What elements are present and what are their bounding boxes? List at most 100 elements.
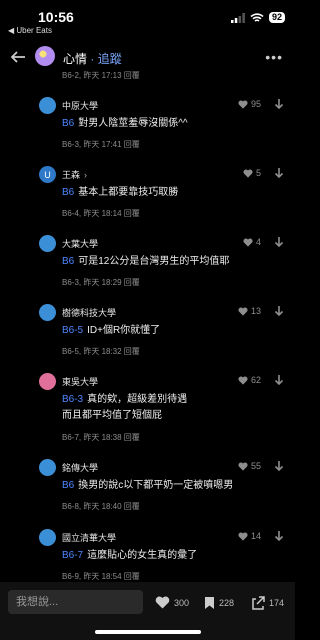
reply-input[interactable]: [8, 590, 143, 614]
bookmark-count: 228: [219, 598, 235, 608]
avatar[interactable]: [39, 235, 56, 252]
follow-separator: ·: [87, 52, 98, 66]
heart-icon: [238, 306, 248, 316]
arrow-down-icon[interactable]: [273, 460, 285, 472]
comment-meta: B6-8, 昨天 18:40 回覆: [62, 502, 140, 511]
comment-item: 東吳大學 62 B6-3 真的欸，超級差別待遇而且都平均值了短個屁 B6-7, 昨…: [0, 373, 295, 442]
comment-text: 對男人陰莖羞辱沒關係^^: [78, 118, 188, 129]
comment-item: 銘傳大學 55 B6 換男的說c以下都平奶一定被噴嗯男 B6-8, 昨天 18:4…: [0, 459, 295, 525]
avatar[interactable]: [39, 373, 56, 390]
arrow-down-icon[interactable]: [273, 98, 285, 110]
home-indicator: [95, 630, 201, 634]
comment-meta: B6-4, 昨天 18:14 回覆: [62, 209, 140, 218]
like-count: 62: [250, 375, 261, 385]
floor-tag[interactable]: B6: [62, 480, 74, 491]
comment-meta: B6-5, 昨天 18:32 回覆: [62, 347, 140, 356]
floor-tag[interactable]: B6-3: [62, 394, 83, 405]
board-name[interactable]: 心情: [63, 52, 87, 66]
floor-tag[interactable]: B6-5: [62, 325, 83, 336]
like-control[interactable]: 14: [238, 531, 261, 541]
like-count: 300: [174, 597, 190, 608]
like-count: 14: [250, 531, 261, 541]
comment-author[interactable]: 王森 ›: [62, 168, 87, 181]
floor-tag[interactable]: B6-7: [62, 550, 83, 561]
comment-body: B6 基本上都要靠技巧取勝: [62, 185, 178, 201]
avatar[interactable]: [39, 459, 56, 476]
comment-author[interactable]: 銘傳大學: [62, 461, 98, 474]
like-stat[interactable]: 300: [155, 596, 189, 609]
heart-icon: [243, 168, 253, 178]
comment-item: 樹德科技大學 13 B6-5 ID+個R你就懂了 B6-5, 昨天 18:32 回…: [0, 304, 295, 370]
comment-author[interactable]: 樹德科技大學: [62, 306, 116, 319]
arrow-down-icon[interactable]: [273, 530, 285, 542]
like-count: 4: [255, 237, 261, 247]
like-control[interactable]: 95: [238, 99, 261, 109]
like-control[interactable]: 62: [238, 375, 261, 385]
arrow-down-icon[interactable]: [273, 236, 285, 248]
floor-tag[interactable]: B6: [62, 187, 74, 198]
share-icon: [252, 596, 265, 610]
floor-tag[interactable]: B6: [62, 256, 74, 267]
comment-text: 真的欸，超級差別待遇: [87, 394, 188, 405]
avatar[interactable]: [39, 97, 56, 114]
avatar-letter: U: [44, 169, 51, 180]
comment-text: 基本上都要靠技巧取勝: [78, 187, 179, 198]
like-count: 5: [255, 168, 261, 178]
comment-meta: B6-3, 昨天 17:41 回覆: [62, 140, 140, 149]
arrow-down-icon[interactable]: [273, 374, 285, 386]
comment-text: 這麼貼心的女生真的彙了: [87, 550, 198, 561]
comment-text-line2: 而且都平均值了短個屁: [62, 410, 162, 421]
comment-item: 中原大學 95 B6 對男人陰莖羞辱沒關係^^ B6-3, 昨天 17:41 回覆: [0, 97, 295, 163]
share-stat[interactable]: 174: [251, 596, 284, 610]
heart-icon: [238, 531, 248, 541]
status-time: 10:56: [38, 9, 74, 25]
arrow-down-icon[interactable]: [273, 167, 285, 179]
heart-icon: [155, 596, 170, 609]
comment-author[interactable]: 大葉大學: [62, 237, 98, 250]
follow-button[interactable]: 追蹤: [98, 52, 122, 66]
avatar[interactable]: [39, 529, 56, 546]
comment-body: B6 可是12公分是台灣男生的平均值耶: [62, 254, 229, 270]
like-control[interactable]: 5: [243, 168, 261, 178]
more-options-icon[interactable]: •••: [265, 49, 283, 65]
battery-indicator: 92: [268, 12, 285, 23]
comment-body: B6-7 這麼貼心的女生真的彙了: [62, 548, 197, 564]
bookmark-stat[interactable]: 228: [204, 596, 234, 610]
comment-meta: B6-7, 昨天 18:38 回覆: [62, 433, 140, 442]
status-icons: 92: [230, 12, 285, 23]
cut-comment-meta: B6-2, 昨天 17:13 回覆: [62, 71, 140, 80]
comment-meta: B6-9, 昨天 18:54 回覆: [62, 572, 140, 581]
comment-body: B6 對男人陰莖羞辱沒關係^^: [62, 116, 188, 132]
chevron-right-icon: ›: [84, 170, 88, 180]
board-avatar[interactable]: [35, 46, 55, 66]
heart-icon: [238, 99, 248, 109]
wifi-icon: [250, 12, 264, 22]
like-control[interactable]: 4: [243, 237, 261, 247]
avatar[interactable]: [39, 304, 56, 321]
board-title: 心情 · 追蹤: [63, 50, 122, 67]
heart-icon: [238, 461, 248, 471]
comment-author[interactable]: 國立清華大學: [62, 531, 116, 544]
comment-text: 可是12公分是台灣男生的平均值耶: [78, 256, 230, 267]
comment-text: 換男的說c以下都平奶一定被噴嗯男: [78, 480, 234, 491]
floor-tag[interactable]: B6: [62, 118, 74, 129]
like-count: 95: [250, 99, 261, 109]
back-arrow-icon[interactable]: [8, 47, 28, 67]
like-control[interactable]: 13: [238, 306, 261, 316]
comment-meta: B6-3, 昨天 18:29 回覆: [62, 278, 140, 287]
comment-author[interactable]: 東吳大學: [62, 375, 98, 388]
comment-body: B6-5 ID+個R你就懂了: [62, 323, 160, 339]
avatar[interactable]: U: [39, 166, 56, 183]
like-control[interactable]: 55: [238, 461, 261, 471]
like-count: 55: [250, 461, 261, 471]
like-count: 13: [250, 306, 261, 316]
back-to-app-link[interactable]: ◀ Uber Eats: [8, 26, 52, 35]
comment-body: B6-3 真的欸，超級差別待遇而且都平均值了短個屁: [62, 392, 187, 424]
comment-item: U 王森 › 5 B6 基本上都要靠技巧取勝 B6-4, 昨天 18:14 回覆: [0, 166, 295, 232]
bookmark-icon: [205, 597, 214, 609]
comment-author[interactable]: 中原大學: [62, 99, 98, 112]
signal-icon: [230, 12, 245, 23]
share-count: 174: [269, 598, 285, 608]
arrow-down-icon[interactable]: [273, 305, 285, 317]
comment-text: ID+個R你就懂了: [87, 325, 161, 336]
